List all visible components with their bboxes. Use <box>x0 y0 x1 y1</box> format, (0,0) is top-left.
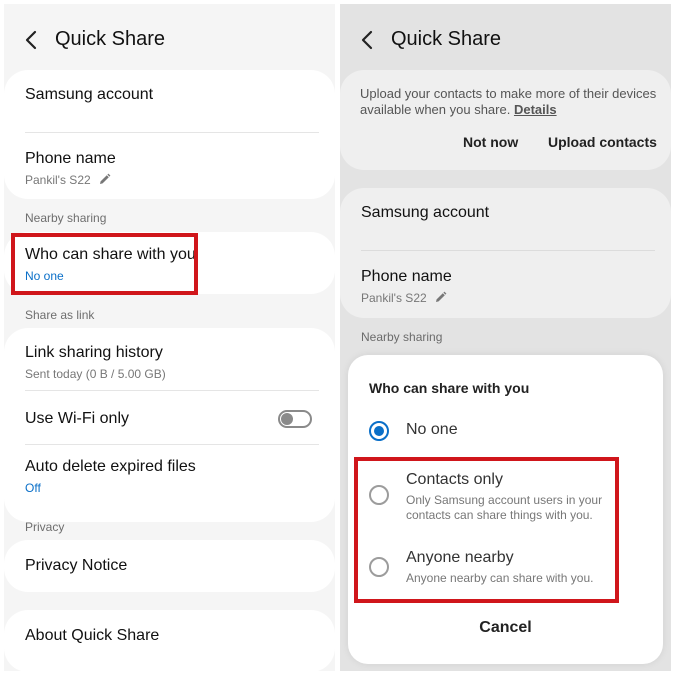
link-history-value: Sent today (0 B / 5.00 GB) <box>25 367 166 381</box>
page-title: Quick Share <box>55 28 166 50</box>
phone-name-value-row: Pankil's S22 <box>361 291 655 305</box>
pencil-icon <box>98 173 111 186</box>
phone-name-value: Pankil's S22 <box>25 173 91 187</box>
phone-name-item[interactable]: Phone name Pankil's S22 <box>25 150 319 187</box>
samsung-account-item[interactable]: Samsung account <box>361 204 655 222</box>
left-screen: Quick Share Samsung account Phone name P… <box>4 4 335 671</box>
samsung-account-label: Samsung account <box>25 86 154 103</box>
upload-contacts-card <box>340 70 671 170</box>
divider <box>25 390 319 391</box>
about-card: About Quick Share <box>4 610 335 671</box>
divider <box>361 250 655 251</box>
app-header: Quick Share <box>4 22 335 58</box>
phone-name-value: Pankil's S22 <box>361 291 427 305</box>
samsung-account-item[interactable]: Samsung account <box>25 86 319 104</box>
highlight-box <box>11 233 198 295</box>
wifi-only-item[interactable]: Use Wi-Fi only <box>25 410 319 428</box>
not-now-button[interactable]: Not now <box>463 134 518 150</box>
privacy-notice-label: Privacy Notice <box>25 557 128 574</box>
divider <box>25 132 319 133</box>
option-label: No one <box>406 421 458 438</box>
wifi-only-toggle[interactable] <box>278 410 312 428</box>
samsung-account-label: Samsung account <box>361 204 490 221</box>
about-label: About Quick Share <box>25 627 160 644</box>
account-card: Samsung account Phone name Pankil's S22 <box>340 188 671 318</box>
wifi-only-label: Use Wi-Fi only <box>25 410 130 427</box>
phone-name-item[interactable]: Phone name Pankil's S22 <box>361 268 655 305</box>
privacy-notice-item[interactable]: Privacy Notice <box>25 557 319 575</box>
privacy-card: Privacy Notice <box>4 540 335 592</box>
upload-message-text: Upload your contacts to make more of the… <box>360 86 657 117</box>
dialog-title: Who can share with you <box>369 380 530 396</box>
auto-delete-item[interactable]: Auto delete expired files Off <box>25 458 319 495</box>
highlight-box <box>354 457 619 603</box>
auto-delete-value: Off <box>25 481 41 495</box>
phone-name-label: Phone name <box>361 268 452 285</box>
back-arrow-icon[interactable] <box>24 30 38 50</box>
page-title: Quick Share <box>391 28 502 50</box>
upload-contacts-message: Upload your contacts to make more of the… <box>360 86 660 118</box>
nearby-sharing-header: Nearby sharing <box>361 330 443 344</box>
account-card: Samsung account Phone name Pankil's S22 <box>4 70 335 199</box>
back-arrow-icon[interactable] <box>360 30 374 50</box>
upload-contacts-button[interactable]: Upload contacts <box>548 134 657 150</box>
toggle-knob <box>281 413 293 425</box>
pencil-icon <box>434 291 447 304</box>
about-item[interactable]: About Quick Share <box>25 627 319 645</box>
phone-name-label: Phone name <box>25 150 116 167</box>
divider <box>25 444 319 445</box>
privacy-header: Privacy <box>25 520 65 534</box>
nearby-sharing-header: Nearby sharing <box>25 211 107 225</box>
option-no-one[interactable]: No one <box>369 419 649 443</box>
link-settings-card: Link sharing history Sent today (0 B / 5… <box>4 328 335 522</box>
link-history-label: Link sharing history <box>25 344 163 361</box>
cancel-button[interactable]: Cancel <box>348 619 663 637</box>
share-as-link-header: Share as link <box>25 308 95 322</box>
app-header: Quick Share <box>340 22 671 58</box>
phone-name-value-row: Pankil's S22 <box>25 173 319 187</box>
link-history-item[interactable]: Link sharing history Sent today (0 B / 5… <box>25 344 319 381</box>
details-link[interactable]: Details <box>514 102 557 117</box>
radio-selected-icon[interactable] <box>369 421 389 441</box>
auto-delete-label: Auto delete expired files <box>25 458 196 475</box>
right-screen: Quick Share Upload your contacts to make… <box>340 4 671 671</box>
